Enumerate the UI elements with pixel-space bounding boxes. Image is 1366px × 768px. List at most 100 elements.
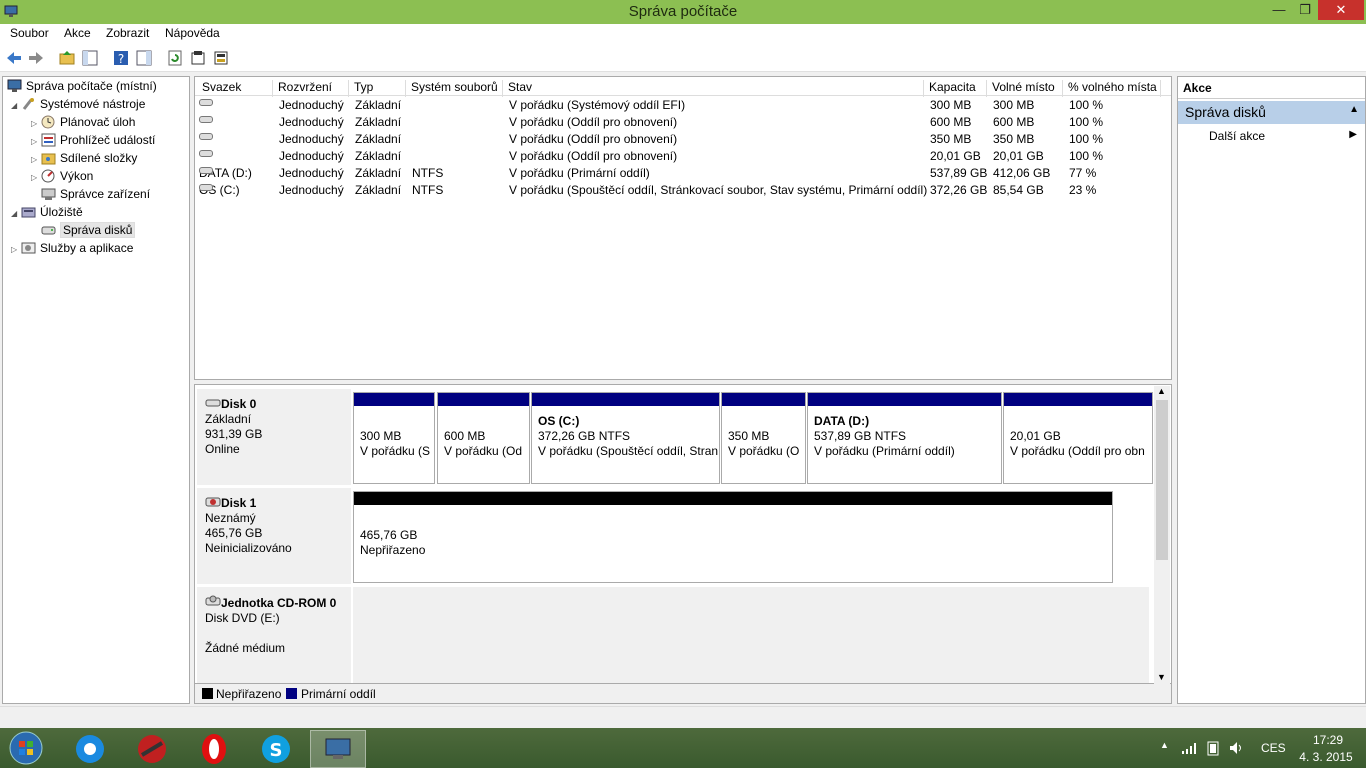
taskbar-computer-management[interactable] bbox=[310, 730, 366, 768]
language-indicator[interactable]: CES bbox=[1261, 741, 1286, 755]
clock-time[interactable]: 17:29 bbox=[1306, 733, 1350, 747]
tree-item-system-tools[interactable]: ◢ Systémové nástroje bbox=[11, 96, 145, 113]
table-row[interactable]: OS (C:) Jednoduchý Základní NTFS V pořádku (… bbox=[195, 182, 1171, 199]
submenu-arrow-icon[interactable]: ▶ bbox=[1349, 129, 1357, 140]
taskbar-app-red[interactable] bbox=[124, 730, 180, 768]
tree-item-task-scheduler[interactable]: ▷ Plánovač úloh bbox=[31, 114, 135, 131]
tree-item-computer-management[interactable]: Správa počítače (místní) bbox=[7, 78, 157, 95]
opera-icon bbox=[202, 734, 226, 764]
partition-size: 465,76 GB bbox=[360, 528, 418, 542]
start-button-icon[interactable] bbox=[6, 730, 46, 766]
collapse-icon[interactable]: ◢ bbox=[11, 205, 21, 222]
disk-view-scrollbar[interactable]: ▲ ▼ bbox=[1154, 386, 1170, 684]
scroll-up-icon[interactable]: ▲ bbox=[1157, 386, 1166, 396]
menu-soubor[interactable]: Soubor bbox=[10, 26, 49, 40]
minimize-button[interactable]: — bbox=[1266, 0, 1292, 20]
partition-size: 300 MB bbox=[360, 429, 402, 443]
cell-capacity: 537,89 GB bbox=[930, 166, 988, 180]
menu-zobrazit[interactable]: Zobrazit bbox=[106, 26, 149, 40]
collapse-section-icon[interactable]: ▲ bbox=[1349, 104, 1359, 115]
help-icon[interactable]: ? bbox=[112, 49, 130, 67]
tree-item-disk-management[interactable]: Správa disků bbox=[41, 222, 136, 239]
actions-section-disk-management[interactable]: Správa disků ▲ bbox=[1178, 101, 1365, 124]
scroll-thumb[interactable] bbox=[1156, 400, 1168, 560]
table-row[interactable]: Jednoduchý Základní V pořádku (Oddíl pro o… bbox=[195, 131, 1171, 148]
tray-show-hidden-icon[interactable]: ▲ bbox=[1160, 740, 1169, 750]
cell-status: V pořádku (Oddíl pro obnovení) bbox=[509, 132, 678, 146]
partition-size: 537,89 GB NTFS bbox=[814, 429, 907, 443]
col-header-type[interactable]: Typ bbox=[349, 80, 406, 97]
disk-0-label[interactable]: Disk 0 Základní 931,39 GB Online bbox=[197, 389, 351, 485]
disk-settings-icon[interactable] bbox=[212, 49, 230, 67]
col-header-volume[interactable]: Svazek bbox=[197, 80, 273, 97]
disk-1-label[interactable]: Disk 1 Neznámý 465,76 GB Neinicializován… bbox=[197, 488, 351, 584]
col-header-status[interactable]: Stav bbox=[503, 80, 924, 97]
show-hide-tree-icon[interactable] bbox=[81, 49, 99, 67]
disk-0-partition[interactable]: DATA (D:) 537,89 GB NTFS V pořádku (Primár… bbox=[807, 392, 1002, 484]
more-actions-item[interactable]: Další akce bbox=[1209, 129, 1265, 143]
services-icon bbox=[21, 242, 36, 254]
expand-icon[interactable]: ▷ bbox=[31, 151, 41, 168]
cell-layout: Jednoduchý bbox=[279, 115, 344, 129]
volume-icon[interactable] bbox=[1228, 740, 1244, 756]
expand-icon[interactable]: ▷ bbox=[11, 241, 21, 258]
partition-bar bbox=[1004, 393, 1152, 406]
taskbar-skype[interactable]: S bbox=[248, 730, 304, 768]
close-button[interactable]: ✕ bbox=[1318, 0, 1364, 20]
disk-0-partition[interactable]: 300 MB V pořádku (S bbox=[353, 392, 435, 484]
cdrom-label[interactable]: Jednotka CD-ROM 0 Disk DVD (E:) Žádné mé… bbox=[197, 587, 351, 683]
collapse-icon[interactable]: ◢ bbox=[11, 97, 21, 114]
scroll-down-icon[interactable]: ▼ bbox=[1157, 672, 1166, 682]
clock-date[interactable]: 4. 3. 2015 bbox=[1298, 750, 1354, 764]
tree-item-device-manager[interactable]: Správce zařízení bbox=[41, 186, 150, 203]
legend: Nepřiřazeno Primární oddíl bbox=[194, 684, 1172, 704]
refresh-icon[interactable] bbox=[166, 49, 184, 67]
maximize-button[interactable]: ❐ bbox=[1292, 0, 1318, 20]
tree-item-label: Úložiště bbox=[40, 205, 83, 219]
tree-item-shared-folders[interactable]: ▷ Sdílené složky bbox=[31, 150, 137, 167]
cell-free: 300 MB bbox=[993, 98, 1035, 112]
partition-title: DATA (D:) bbox=[814, 414, 870, 428]
col-header-capacity[interactable]: Kapacita bbox=[924, 80, 987, 97]
cell-type: Základní bbox=[355, 149, 402, 163]
disk-0-partition[interactable]: OS (C:) 372,26 GB NTFS V pořádku (Spouštěc… bbox=[531, 392, 720, 484]
table-row[interactable]: Jednoduchý Základní V pořádku (Oddíl pro o… bbox=[195, 114, 1171, 131]
tree-item-storage[interactable]: ◢ Úložiště bbox=[11, 204, 83, 221]
col-header-filesystem[interactable]: Systém souborů bbox=[406, 80, 503, 97]
expand-icon[interactable]: ▷ bbox=[31, 133, 41, 150]
disk-0-partition[interactable]: 350 MB V pořádku (O bbox=[721, 392, 806, 484]
up-folder-icon[interactable] bbox=[58, 49, 76, 67]
shared-folder-icon bbox=[41, 153, 56, 165]
battery-icon[interactable] bbox=[1205, 740, 1221, 756]
cell-status: V pořádku (Spouštěcí oddíl, Stránkovací … bbox=[509, 183, 928, 197]
back-icon[interactable] bbox=[5, 49, 23, 67]
taskbar-browser[interactable] bbox=[62, 730, 118, 768]
tree-item-label: Plánovač úloh bbox=[60, 115, 136, 129]
properties-icon[interactable] bbox=[189, 49, 207, 67]
col-header-layout[interactable]: Rozvržení bbox=[273, 80, 349, 97]
cell-fs: NTFS bbox=[412, 166, 444, 180]
cell-volume: DATA (D:) bbox=[199, 166, 252, 180]
tree-item-performance[interactable]: ▷ Výkon bbox=[31, 168, 93, 185]
taskbar-opera[interactable] bbox=[186, 730, 242, 768]
col-header-percent-free[interactable]: % volného místa bbox=[1063, 80, 1161, 97]
table-row[interactable]: DATA (D:) Jednoduchý Základní NTFS V pořádku… bbox=[195, 165, 1171, 182]
show-hide-actions-icon[interactable] bbox=[135, 49, 153, 67]
disk-0-partition[interactable]: 600 MB V pořádku (Od bbox=[437, 392, 530, 484]
expand-icon[interactable]: ▷ bbox=[31, 115, 41, 132]
forward-icon[interactable] bbox=[27, 49, 45, 67]
signal-icon[interactable] bbox=[1181, 743, 1197, 755]
volume-list: Svazek Rozvržení Typ Systém souborů Stav… bbox=[194, 76, 1172, 380]
expand-icon[interactable]: ▷ bbox=[31, 169, 41, 186]
table-row[interactable]: Jednoduchý Základní V pořádku (Oddíl pro o… bbox=[195, 148, 1171, 165]
menu-akce[interactable]: Akce bbox=[64, 26, 91, 40]
disk-0-partition[interactable]: 20,01 GB V pořádku (Oddíl pro obn bbox=[1003, 392, 1153, 484]
disk-1-unallocated-partition[interactable]: 465,76 GB Nepřiřazeno bbox=[353, 491, 1113, 583]
cell-pct: 100 % bbox=[1069, 149, 1104, 163]
col-header-free[interactable]: Volné místo bbox=[987, 80, 1063, 97]
cell-layout: Jednoduchý bbox=[279, 166, 344, 180]
menu-napoveda[interactable]: Nápověda bbox=[165, 26, 220, 40]
table-row[interactable]: Jednoduchý Základní V pořádku (Systémový o… bbox=[195, 97, 1171, 114]
tree-item-services-apps[interactable]: ▷ Služby a aplikace bbox=[11, 240, 133, 257]
tree-item-event-viewer[interactable]: ▷ Prohlížeč událostí bbox=[31, 132, 155, 149]
